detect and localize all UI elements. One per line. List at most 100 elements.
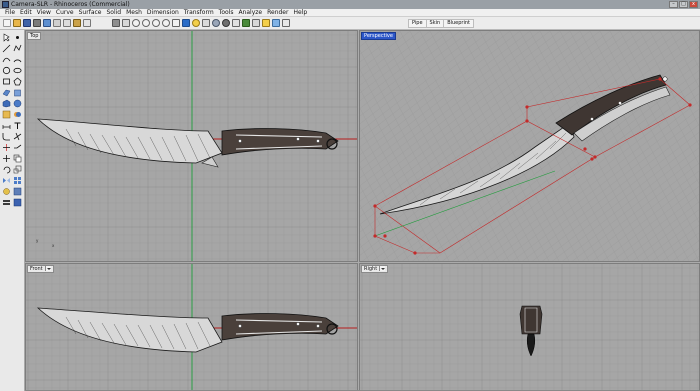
rotate-view-icon[interactable] <box>122 19 130 27</box>
grid-line <box>360 31 541 171</box>
four-viewports-icon[interactable] <box>172 19 180 27</box>
standard-toolbar: Pipe Skin Blueprint <box>0 17 700 30</box>
grid-line <box>639 31 699 146</box>
shaded-display-icon[interactable] <box>212 19 220 27</box>
close-button[interactable]: x <box>689 1 698 8</box>
boolean-icon[interactable] <box>13 110 22 119</box>
viewport-front[interactable]: Front <box>25 263 358 391</box>
cut-icon[interactable] <box>53 19 61 27</box>
grid-line <box>360 31 421 78</box>
undo-icon[interactable] <box>83 19 91 27</box>
viewport-right[interactable]: Right <box>359 263 700 391</box>
minimize-button[interactable]: – <box>669 1 678 8</box>
surface-icon[interactable] <box>2 88 11 97</box>
array-icon[interactable] <box>13 176 22 185</box>
ellipse-icon[interactable] <box>13 66 22 75</box>
layer-panel-icon[interactable] <box>2 198 11 207</box>
line-icon[interactable] <box>2 44 11 53</box>
sphere-icon[interactable] <box>13 99 22 108</box>
menu-help[interactable]: Help <box>291 9 310 16</box>
select-arrow-icon[interactable] <box>2 33 11 42</box>
polygon-icon[interactable] <box>13 77 22 86</box>
viewport-perspective-label[interactable]: Perspective <box>361 32 396 40</box>
rotate-icon[interactable] <box>2 165 11 174</box>
maximize-viewport-icon[interactable] <box>182 19 190 27</box>
hide-object-icon[interactable] <box>13 198 22 207</box>
rectangle-icon[interactable] <box>2 77 11 86</box>
open-folder-icon[interactable] <box>13 19 21 27</box>
text-icon[interactable] <box>13 121 22 130</box>
menu-analyze[interactable]: Analyze <box>236 9 265 16</box>
grid-line <box>549 31 670 261</box>
layer-icon[interactable] <box>242 19 250 27</box>
paste-icon[interactable] <box>73 19 81 27</box>
menu-file[interactable]: File <box>3 9 18 16</box>
properties-icon[interactable] <box>252 19 260 27</box>
tab-blueprint[interactable]: Blueprint <box>443 19 474 28</box>
extrude-icon[interactable] <box>13 88 22 97</box>
menu-view[interactable]: View <box>35 9 54 16</box>
tab-skin[interactable]: Skin <box>425 19 444 28</box>
menu-transform[interactable]: Transform <box>182 9 217 16</box>
chevron-down-icon[interactable] <box>44 266 51 271</box>
menu-curve[interactable]: Curve <box>54 9 77 16</box>
fillet-icon[interactable] <box>2 132 11 141</box>
render-icon[interactable] <box>262 19 270 27</box>
zoom-selected-icon[interactable] <box>162 19 170 27</box>
circle-icon[interactable] <box>2 66 11 75</box>
top-axis-y-label: y <box>36 238 39 243</box>
render-shaded-icon[interactable] <box>13 187 22 196</box>
zoom-dynamic-icon[interactable] <box>132 19 140 27</box>
help-icon[interactable] <box>282 19 290 27</box>
move-icon[interactable] <box>2 154 11 163</box>
viewport-top-label[interactable]: Top <box>27 32 42 40</box>
viewport-perspective[interactable]: Perspective <box>359 30 700 262</box>
menu-solid[interactable]: Solid <box>104 9 124 16</box>
title-bar: Camera-SLR - Rhinoceros (Commercial) – □… <box>0 0 700 9</box>
save-icon[interactable] <box>23 19 31 27</box>
mesh-icon[interactable] <box>2 110 11 119</box>
analyze-icon[interactable] <box>2 187 11 196</box>
rendered-display-icon[interactable] <box>222 19 230 27</box>
options-icon[interactable] <box>272 19 280 27</box>
grid-line <box>682 248 699 261</box>
arc-icon[interactable] <box>13 55 22 64</box>
mirror-icon[interactable] <box>2 176 11 185</box>
polyline-icon[interactable] <box>13 44 22 53</box>
menu-surface[interactable]: Surface <box>77 9 105 16</box>
light-icon[interactable] <box>192 19 200 27</box>
menu-tools[interactable]: Tools <box>217 9 237 16</box>
import-icon[interactable] <box>43 19 51 27</box>
grid-line <box>579 31 699 261</box>
print-icon[interactable] <box>33 19 41 27</box>
select-filter-icon[interactable] <box>232 19 240 27</box>
copy-object-icon[interactable] <box>13 154 22 163</box>
menu-render[interactable]: Render <box>265 9 291 16</box>
menu-dimension[interactable]: Dimension <box>145 9 182 16</box>
zoom-extents-icon[interactable] <box>152 19 160 27</box>
join-icon[interactable] <box>13 143 22 152</box>
scale-icon[interactable] <box>13 165 22 174</box>
viewport-front-label[interactable]: Front <box>27 265 54 273</box>
point-icon[interactable] <box>13 33 22 42</box>
chevron-down-icon[interactable] <box>379 266 386 271</box>
trim-icon[interactable] <box>13 132 22 141</box>
split-icon[interactable] <box>2 143 11 152</box>
copy-icon[interactable] <box>63 19 71 27</box>
viewport-top[interactable]: Top y x <box>25 30 358 262</box>
solid-box-icon[interactable] <box>2 99 11 108</box>
dimension-icon[interactable] <box>2 121 11 130</box>
zoom-window-icon[interactable] <box>142 19 150 27</box>
curve-icon[interactable] <box>2 55 11 64</box>
grid-line <box>569 31 690 261</box>
maximize-button[interactable]: □ <box>679 1 688 8</box>
menu-mesh[interactable]: Mesh <box>124 9 145 16</box>
pan-icon[interactable] <box>112 19 120 27</box>
tab-pipe[interactable]: Pipe <box>408 19 426 28</box>
menu-edit[interactable]: Edit <box>18 9 35 16</box>
menu-bar: File Edit View Curve Surface Solid Mesh … <box>0 9 700 17</box>
viewport-right-label[interactable]: Right <box>361 265 389 273</box>
rhino-app-icon <box>2 1 9 8</box>
new-file-icon[interactable] <box>3 19 11 27</box>
wireframe-display-icon[interactable] <box>202 19 210 27</box>
